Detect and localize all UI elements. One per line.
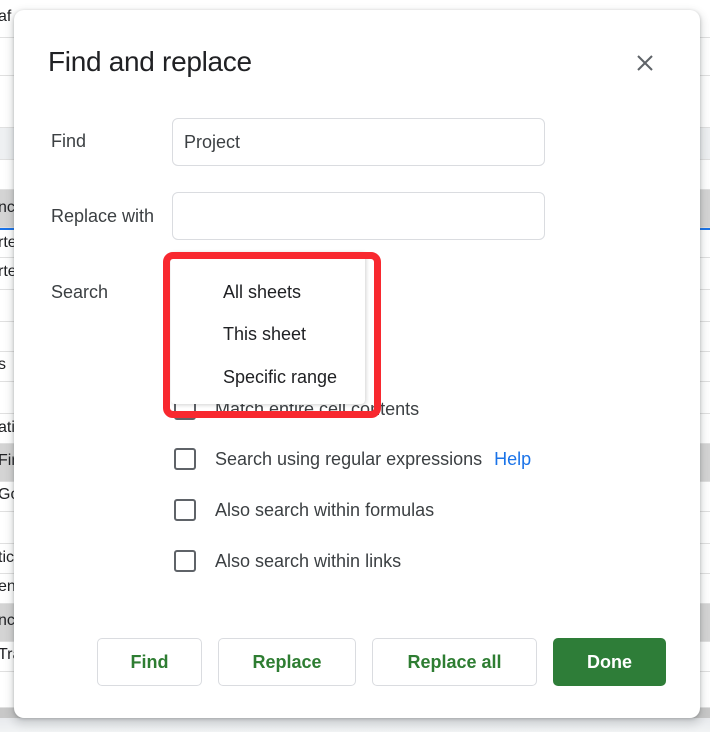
regex-checkbox[interactable] <box>174 448 196 470</box>
sheet-cell-text: tic <box>0 549 14 566</box>
replace-with-input[interactable] <box>172 192 545 240</box>
sheet-cell-text: nc <box>0 612 15 629</box>
regex-label: Search using regular expressions <box>215 448 483 469</box>
dropdown-option-all-sheets[interactable]: All sheets <box>171 272 365 312</box>
find-button[interactable]: Find <box>97 638 202 686</box>
done-button[interactable]: Done <box>553 638 666 686</box>
dropdown-option-this-sheet[interactable]: This sheet <box>171 314 365 354</box>
dropdown-option-specific-range[interactable]: Specific range <box>171 357 365 397</box>
search-scope-label: Search <box>51 282 109 302</box>
links-row: Also search within links <box>174 547 401 575</box>
sheet-cell-text: s <box>0 356 6 374</box>
regex-row: Search using regular expressions Help <box>174 445 531 473</box>
sheet-cell-text: ati <box>0 419 15 436</box>
close-button[interactable] <box>632 50 658 76</box>
links-checkbox[interactable] <box>174 550 196 572</box>
sheet-cell-text: nc <box>0 199 15 216</box>
search-scope-dropdown: All sheets This sheet Specific range <box>171 252 365 404</box>
close-icon <box>637 55 653 71</box>
sheet-cell-text: af <box>0 8 12 25</box>
find-input[interactable] <box>172 118 545 166</box>
help-link[interactable]: Help <box>494 449 531 470</box>
dialog-title: Find and replace <box>48 46 252 77</box>
replace-with-label: Replace with <box>51 206 155 226</box>
sheet-footer-area <box>0 718 710 732</box>
replace-all-button[interactable]: Replace all <box>372 638 537 686</box>
formulas-row: Also search within formulas <box>174 496 434 524</box>
formulas-checkbox[interactable] <box>174 499 196 521</box>
links-label: Also search within links <box>215 550 402 571</box>
formulas-label: Also search within formulas <box>215 499 435 520</box>
find-label: Find <box>51 131 87 151</box>
replace-button[interactable]: Replace <box>218 638 356 686</box>
